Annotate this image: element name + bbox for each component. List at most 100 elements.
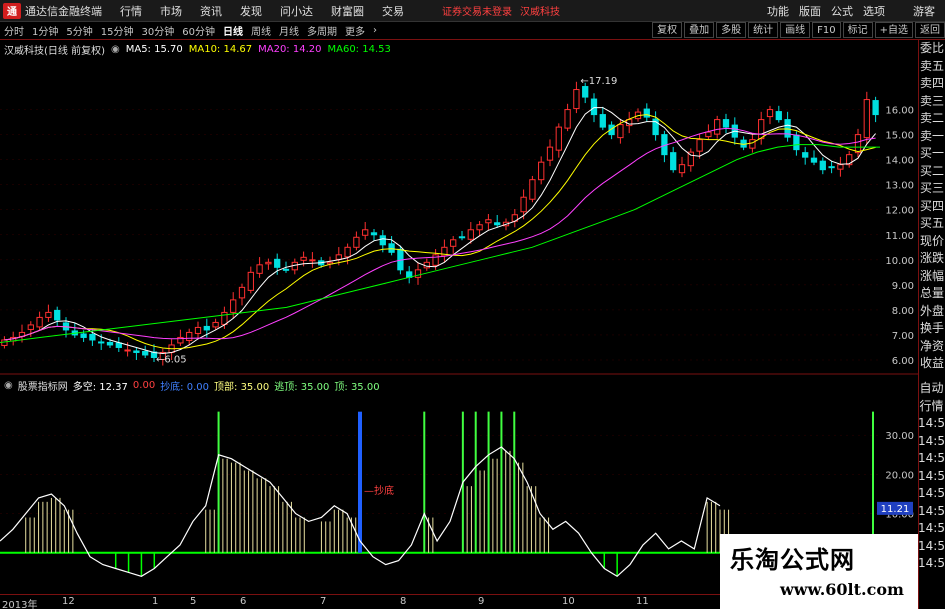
candle-body <box>54 309 61 321</box>
period-fenshi[interactable]: 分时 <box>4 23 24 38</box>
time-label: 2013年 <box>2 600 38 609</box>
ma10-value: MA10: 14.67 <box>188 43 253 55</box>
ma5-value: MA5: 15.70 <box>125 43 183 55</box>
tool-fuquan[interactable]: 复权 <box>652 22 683 38</box>
dingbu-value: 顶部: 35.00 <box>214 381 270 393</box>
low-price-label: ←6.05 <box>156 355 187 366</box>
tick-time: 行情 <box>919 398 944 413</box>
tool-duogu[interactable]: 多股 <box>716 22 747 38</box>
guest-user[interactable]: 游客 <box>913 3 935 19</box>
ma10-line <box>4 114 876 350</box>
ma-legend: 汉威科技(日线 前复权) ◉ MA5: 15.70 MA10: 14.67 MA… <box>4 42 397 57</box>
period-15min[interactable]: 15分钟 <box>101 23 134 38</box>
period-5min[interactable]: 5分钟 <box>66 23 92 38</box>
time-label: 10 <box>562 596 575 607</box>
candle-body <box>555 126 562 151</box>
period-60min[interactable]: 60分钟 <box>182 23 215 38</box>
candle-body <box>265 261 272 265</box>
period-weekly[interactable]: 周线 <box>251 23 271 38</box>
quote-field-label: 买四 <box>919 198 944 213</box>
menu-xuanxiang[interactable]: 选项 <box>863 3 885 19</box>
menu-shichang[interactable]: 市场 <box>160 3 182 19</box>
menu-jiaoyi[interactable]: 交易 <box>382 3 404 19</box>
period-1min[interactable]: 1分钟 <box>32 23 58 38</box>
period-multi[interactable]: 多周期 <box>307 23 337 38</box>
candle-body <box>45 311 52 318</box>
menu-hangqing[interactable]: 行情 <box>120 3 142 19</box>
candle-body <box>793 134 800 151</box>
candle-body <box>335 254 342 260</box>
site-watermark: 乐淘公式网 www.60lt.com <box>720 534 918 609</box>
quote-field-label: 涨跌 <box>919 251 944 265</box>
quote-field-label: 现价 <box>919 233 944 248</box>
quote-field-label: 委比 <box>919 41 944 55</box>
tool-fanhui[interactable]: 返回 <box>915 22 945 38</box>
watermark-title: 乐淘公式网 <box>730 546 855 574</box>
quote-field-label: 换手 <box>919 321 944 335</box>
candle-body <box>758 119 765 140</box>
tick-time: 14:50 <box>918 486 945 500</box>
candle-body <box>80 333 87 338</box>
settings-gear-icon[interactable]: ◉ <box>111 44 120 55</box>
menu-gongneng[interactable]: 功能 <box>767 3 789 19</box>
candle-body <box>722 119 730 128</box>
quote-side-lower: 自动行情 14:50 14:50 14:50 14:50 14:50 14:50 14:50 1… <box>918 380 945 573</box>
candle-body <box>115 342 122 348</box>
indicator-name: 股票指标网 <box>17 381 68 393</box>
period-monthly[interactable]: 月线 <box>279 23 299 38</box>
tick-time: 14:50 <box>918 433 945 448</box>
tool-huaxian[interactable]: 画线 <box>780 22 811 38</box>
candle-body <box>238 286 246 299</box>
tool-biaoji[interactable]: 标记 <box>842 22 873 38</box>
candle-body <box>678 164 686 174</box>
y-tick-label: 30.00 <box>885 431 914 442</box>
candle-body <box>458 236 466 239</box>
period-30min[interactable]: 30分钟 <box>141 23 174 38</box>
menu-wenxiaoda[interactable]: 问小达 <box>280 3 313 19</box>
tool-tongji[interactable]: 统计 <box>748 22 779 38</box>
y-tick-label: 9.00 <box>892 281 914 292</box>
candle-body <box>714 119 721 135</box>
candle-body <box>529 179 536 200</box>
candle-body <box>186 331 193 341</box>
candle-body <box>590 98 598 116</box>
candle-body <box>230 299 237 313</box>
time-label: 6 <box>240 596 247 607</box>
candle-body <box>388 243 395 253</box>
quote-field-label: 总量 <box>919 286 944 300</box>
candle-body <box>467 229 474 240</box>
menu-banmian[interactable]: 版面 <box>799 3 821 19</box>
candle-body <box>379 235 386 246</box>
quote-field-label: 卖一 <box>919 128 944 143</box>
chevron-right-icon[interactable]: › <box>373 25 377 36</box>
tool-diejia[interactable]: 叠加 <box>684 22 715 38</box>
candle-body <box>98 341 105 344</box>
period-more[interactable]: 更多 <box>345 23 365 38</box>
candle-body <box>582 86 589 98</box>
menu-gongshi[interactable]: 公式 <box>831 3 853 19</box>
candle-body <box>749 139 756 149</box>
candle-body <box>89 333 96 341</box>
tool-zixuan[interactable]: +自选 <box>874 22 913 38</box>
tick-time: 14:50 <box>918 538 945 553</box>
tool-f10[interactable]: F10 <box>812 22 841 38</box>
candle-body <box>212 321 219 328</box>
candle-body <box>546 146 554 161</box>
menu-zixun[interactable]: 资讯 <box>200 3 222 19</box>
candle-body <box>362 229 369 236</box>
quote-field-label: 净资 <box>919 338 944 353</box>
y-tick-label: 7.00 <box>892 331 914 342</box>
menu-bar: 通 通达信金融终端 行情 市场 资讯 发现 问小达 财富圈 交易 证券交易未登录… <box>0 0 945 22</box>
y-tick-label: 20.00 <box>885 470 914 481</box>
menu-caifuquan[interactable]: 财富圈 <box>331 3 364 19</box>
tick-time: 14:50 <box>918 521 945 535</box>
candle-body <box>837 164 844 170</box>
period-daily[interactable]: 日线 <box>223 23 243 38</box>
candle-body <box>282 268 290 271</box>
candle-body <box>221 311 228 325</box>
login-notice[interactable]: 证券交易未登录 <box>442 3 512 18</box>
price-chart[interactable]: 16.00 15.00 14.00 13.00 12.00 11.00 10.00 9.00 8… <box>0 58 918 376</box>
indicator-settings-icon[interactable]: ◉ <box>4 380 13 391</box>
time-label: 5 <box>190 596 197 607</box>
menu-faxian[interactable]: 发现 <box>240 3 262 19</box>
